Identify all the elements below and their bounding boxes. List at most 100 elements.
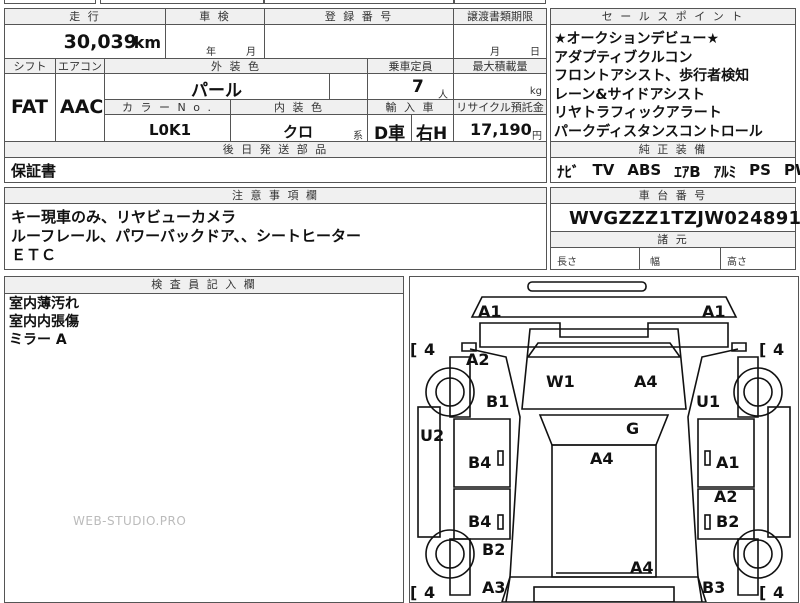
mark-w1: W1	[546, 372, 575, 391]
import-header: 輸 入 車	[367, 99, 454, 115]
inspection-year-label: 年	[206, 47, 216, 58]
transfer-day-label: 日	[530, 47, 540, 58]
interior-cell: クロ 系	[230, 114, 368, 142]
left-front-handle	[497, 450, 504, 466]
width-label: 幅	[650, 257, 660, 268]
mileage-unit: km	[133, 33, 161, 52]
recycle-unit: 円	[532, 131, 542, 142]
notes-line: キー現車のみ、リヤビューカメラ	[11, 208, 237, 226]
capacity-header: 乗車定員	[367, 58, 454, 74]
later-parts-cell: 保証書	[4, 157, 547, 183]
mark-b4-left-rear: B4	[468, 512, 491, 531]
inspector-line: ミラー A	[9, 332, 67, 348]
sales-point-line: フロントアシスト、歩行者検知	[554, 68, 750, 84]
hood-line	[526, 342, 682, 358]
equipment-header: 純 正 装 備	[550, 141, 796, 158]
maxload-unit: kg	[529, 86, 542, 97]
tire-fl-value: 4	[424, 340, 435, 359]
mark-u1: U1	[696, 392, 720, 411]
hood	[521, 328, 687, 410]
equipment-item: TV	[592, 161, 615, 179]
shift-value: FAT	[11, 96, 48, 118]
windshield	[538, 414, 670, 446]
front-bumper	[527, 281, 647, 292]
dimensions-header: 諸 元	[550, 231, 796, 248]
tire-rl-value: 4	[424, 583, 435, 602]
cut-cell-3	[264, 0, 454, 4]
aircon-cell: AAC	[55, 73, 105, 142]
mark-b3: B3	[702, 578, 725, 597]
mark-a2-left: A2	[466, 350, 490, 369]
mileage-header: 走 行	[4, 8, 166, 25]
cut-cell-4	[454, 0, 546, 4]
interior-value: クロ	[283, 123, 314, 141]
cut-cell-1	[4, 0, 96, 4]
right-body-line	[687, 348, 739, 602]
equipment-item: ABS	[627, 161, 662, 179]
rear-outline	[501, 576, 707, 602]
shift-header: シフト	[4, 58, 56, 74]
sales-point-line: アダプティブクルコン	[554, 49, 693, 66]
inspector-line: 室内薄汚れ	[9, 296, 79, 312]
mark-a1-left: A1	[478, 302, 502, 321]
inspection-cell: 年 月	[165, 24, 265, 59]
inspection-header: 車 検	[165, 8, 265, 25]
tire-fr-bracket: [	[759, 340, 766, 359]
length-label: 長さ	[557, 257, 577, 268]
sales-points-list: ★オークションデビュー★ アダプティブクルコン フロントアシスト、歩行者検知 レ…	[554, 30, 763, 141]
left-body-line	[469, 348, 521, 602]
mileage-value: 30,039	[63, 31, 137, 53]
mark-a4-hood: A4	[634, 372, 658, 391]
recycle-cell: 17,190 円	[453, 114, 547, 142]
mark-a2-right: A2	[714, 487, 738, 506]
notes-line: ＥＴＣ	[11, 246, 57, 264]
height-cell: 高さ	[720, 247, 796, 270]
mileage-cell: 30,039 km	[4, 24, 166, 59]
mark-a4-roof: A4	[590, 449, 614, 468]
equipment-list: ﾅﾋﾞ TV ABS ｴｱB ｱﾙﾐ PS PW	[557, 161, 800, 182]
mark-u2: U2	[420, 426, 444, 445]
exterior-sub-cell	[329, 73, 368, 100]
left-rear-handle	[497, 514, 504, 530]
transfer-cell: 月 日	[453, 24, 547, 59]
aircon-value: AAC	[60, 96, 104, 118]
chassis-header: 車 台 番 号	[550, 187, 796, 204]
equipment-item: ﾅﾋﾞ	[557, 163, 580, 181]
inspector-cell: 室内薄汚れ 室内内張傷 ミラー A WEB-STUDIO.PRO	[4, 293, 404, 603]
registration-header: 登 録 番 号	[264, 8, 454, 25]
mark-a4-rear: A4	[630, 558, 654, 577]
aircon-header: エアコン	[55, 58, 105, 74]
tire-fl-bracket: [	[410, 340, 417, 359]
notes-cell: キー現車のみ、リヤビューカメラ ルーフレール、パワーバックドア、、シートヒーター…	[4, 203, 547, 270]
sales-point-line: レーン&サイドアシスト	[554, 86, 705, 103]
colorno-cell: L0K1	[104, 114, 231, 142]
inspector-header: 検 査 員 記 入 欄	[4, 276, 404, 294]
shift-cell: FAT	[4, 73, 56, 142]
tire-fr-value: 4	[773, 340, 784, 359]
notes-line: ルーフレール、パワーバックドア、、シートヒーター	[11, 227, 361, 245]
capacity-value: 7	[412, 77, 424, 97]
tire-rr-value: 4	[773, 583, 784, 602]
colorno-header: カ ラ ー N o .	[104, 99, 231, 115]
equipment-item: PW	[783, 161, 800, 179]
later-parts-header: 後 日 発 送 部 品	[4, 141, 547, 158]
notes-header: 注 意 事 項 欄	[4, 187, 547, 204]
registration-cell	[264, 24, 454, 59]
sales-point-line: ★オークションデビュー★	[554, 31, 720, 47]
length-cell: 長さ	[550, 247, 640, 270]
import-cell-2: 右H	[411, 114, 454, 144]
recycle-header: リサイクル預託金	[453, 99, 547, 115]
import-cell-1: D車	[367, 114, 412, 144]
mark-b2-left: B2	[482, 540, 505, 559]
chassis-value: WVGZZZ1TZJW024891	[569, 208, 800, 229]
inspector-list: 室内薄汚れ 室内内張傷 ミラー A	[9, 295, 79, 349]
exterior-header: 外 装 色	[104, 58, 368, 74]
transfer-header: 譲渡書類期限	[453, 8, 547, 25]
sales-point-line: リヤトラフィックアラート	[554, 105, 722, 121]
sales-points-box: ★オークションデビュー★ アダプティブクルコン フロントアシスト、歩行者検知 レ…	[550, 24, 796, 142]
chassis-cell: WVGZZZ1TZJW024891	[550, 203, 800, 232]
mark-a1-right: A1	[702, 302, 726, 321]
mark-a3: A3	[482, 578, 506, 597]
exterior-cell: パール	[104, 73, 330, 101]
mark-b4-left-front: B4	[468, 453, 491, 472]
